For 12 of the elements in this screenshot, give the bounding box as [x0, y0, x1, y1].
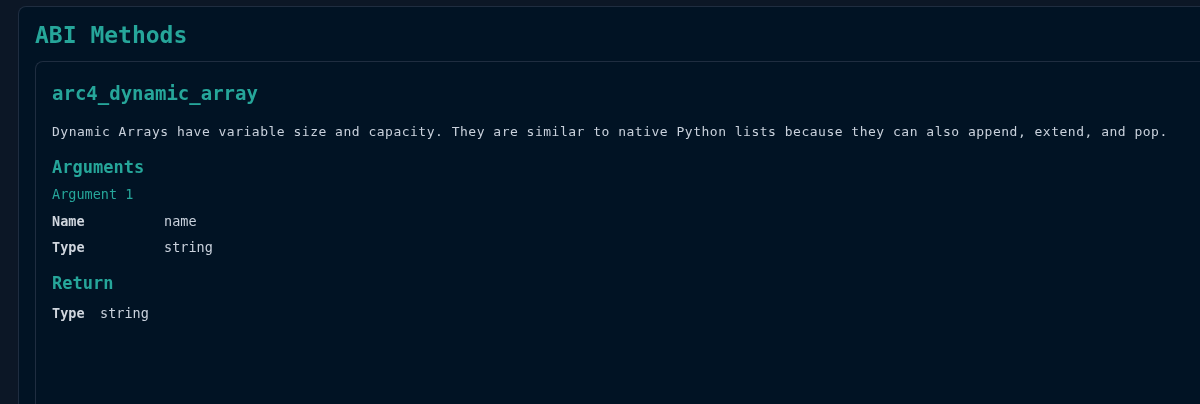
return-heading: Return [52, 272, 114, 294]
argument-title: Argument 1 [52, 185, 134, 204]
section-title: ABI Methods [35, 21, 189, 49]
field-value: name [164, 213, 197, 229]
field-label: Name [52, 213, 86, 229]
field-value: string [100, 305, 149, 321]
method-name: arc4_dynamic_array [52, 81, 258, 106]
arguments-heading: Arguments [52, 156, 145, 178]
field-label: Type [52, 239, 86, 255]
field-label: Type [52, 305, 86, 321]
field-value: string [164, 239, 213, 255]
method-description: Dynamic Arrays have variable size and capacity. They are similar to native Python lists because they can also append, extend, and pop. [52, 123, 1168, 141]
